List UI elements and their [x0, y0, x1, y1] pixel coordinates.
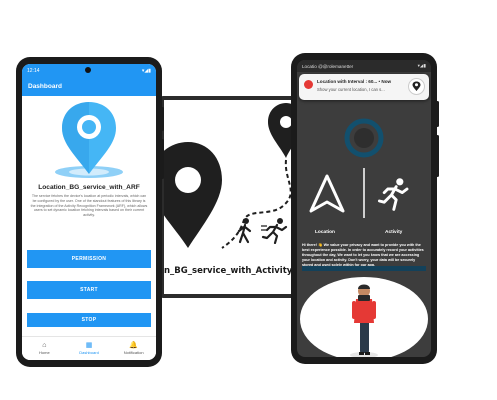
- appbar-title: Dashboard: [28, 83, 62, 90]
- left-phone-screen: 12:14 ▾◢▮ Dashboard Location_BG_service_…: [22, 64, 156, 360]
- status-left-text: Locatio @@rolemanetter: [302, 63, 354, 69]
- illustration-card: [300, 277, 428, 357]
- location-notification[interactable]: Location with Interval : 60... • Now Sho…: [299, 74, 429, 100]
- nav-notification[interactable]: 🔔 Notification: [111, 337, 156, 360]
- stop-button[interactable]: STOP: [27, 313, 151, 327]
- location-badge-icon: [408, 78, 425, 95]
- navigation-arrow-icon[interactable]: [307, 173, 347, 215]
- left-phone-frame: 12:14 ▾◢▮ Dashboard Location_BG_service_…: [16, 57, 164, 367]
- status-icons: ▾◢▮: [141, 67, 151, 74]
- start-button[interactable]: START: [27, 281, 151, 299]
- front-camera: [85, 67, 91, 73]
- status-bar: Locatio @@rolemanetter ▾◢▮: [297, 60, 431, 72]
- home-icon: ⌂: [42, 342, 47, 349]
- banner-title: n_BG_service_with_Activity_Rec: [164, 266, 311, 276]
- notification-title: Location with Interval : 60... • Now: [317, 79, 392, 84]
- nav-notification-label: Notification: [123, 350, 144, 355]
- bell-icon: 🔔: [129, 342, 139, 349]
- app-logo-icon: [344, 118, 384, 158]
- banner-canvas: n_BG_service_with_Activity_Rec: [164, 100, 311, 294]
- app-bar: Dashboard: [22, 77, 156, 96]
- power-button: [436, 135, 439, 177]
- activity-label: Activity: [385, 230, 403, 235]
- nav-home[interactable]: ⌂ Home: [22, 337, 67, 360]
- nav-dashboard-label: Dashboard: [79, 350, 99, 355]
- app-description: The service fetches the device's locatio…: [30, 194, 148, 218]
- app-notification-icon: [304, 80, 313, 89]
- feature-divider: [363, 168, 365, 218]
- notification-body: Show your current location, I can s...: [317, 87, 385, 92]
- bottom-navigation: ⌂ Home ▦ Dashboard 🔔 Notification: [22, 336, 156, 360]
- right-phone-screen: Locatio @@rolemanetter ▾◢▮ Location with…: [297, 60, 431, 357]
- person-illustration-icon: [350, 284, 378, 357]
- app-title: Location_BG_service_with_ARF: [38, 184, 140, 191]
- power-button: [161, 139, 164, 179]
- running-person-icon: [261, 218, 288, 244]
- divider-bar: [302, 266, 426, 271]
- nav-home-label: Home: [39, 350, 50, 355]
- volume-button: [161, 107, 164, 131]
- location-label: Location: [315, 230, 335, 235]
- nav-dashboard[interactable]: ▦ Dashboard: [67, 337, 112, 360]
- status-icons: ▾◢▮: [417, 63, 426, 68]
- map-pin-icon: [164, 103, 303, 249]
- permission-button[interactable]: PERMISSION: [27, 250, 151, 268]
- location-pin-icon: [55, 102, 123, 178]
- volume-button: [436, 101, 439, 127]
- running-person-icon[interactable]: [377, 177, 413, 213]
- status-time: 12:14: [27, 67, 40, 74]
- dashboard-icon: ▦: [85, 342, 93, 349]
- showcase-stage: n_BG_service_with_Activity_Rec 12:14 ▾◢▮…: [0, 0, 497, 400]
- privacy-message: Hi there! 👋 We value your privacy and wa…: [302, 243, 424, 267]
- right-phone-frame: Locatio @@rolemanetter ▾◢▮ Location with…: [291, 53, 439, 364]
